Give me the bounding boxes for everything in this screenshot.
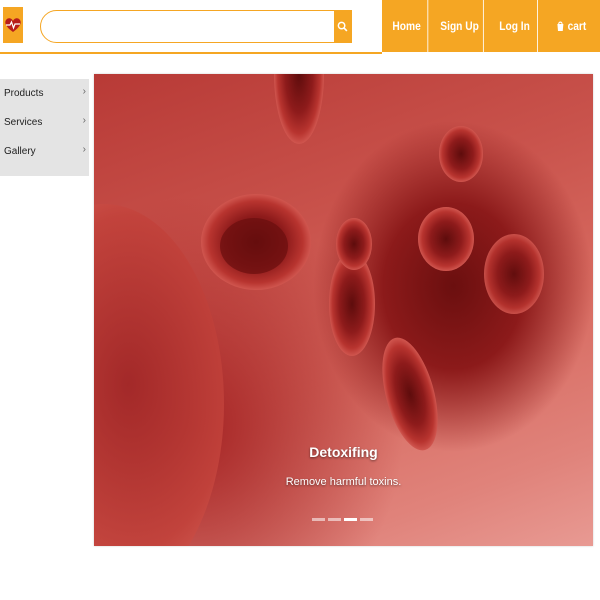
chevron-right-icon: › [82,115,86,126]
nav-log-in-label: Log In [499,19,530,33]
cart-icon [557,21,564,31]
nav-sign-up-label: Sign Up [440,19,479,33]
header: Home Sign Up Log In cart [0,0,600,52]
sidebar-item-label: Gallery [4,146,36,157]
sidebar-item-label: Products [4,88,44,99]
nav-cart[interactable]: cart [546,0,595,52]
carousel-indicator[interactable] [360,518,373,521]
search-button[interactable] [334,11,351,42]
search-input[interactable] [51,11,335,42]
hero-carousel[interactable]: Detoxifing Remove harmful toxins. [94,74,593,546]
top-nav: Home Sign Up Log In cart [382,0,600,52]
nav-home[interactable]: Home [386,0,429,52]
nav-sign-up[interactable]: Sign Up [436,0,484,52]
sidebar-item-gallery[interactable]: Gallery › [0,137,89,166]
carousel-indicator[interactable] [328,518,341,521]
sidebar-item-products[interactable]: Products › [0,79,89,108]
logo[interactable] [3,7,23,43]
carousel-caption-title: Detoxifing [309,444,378,460]
nav-cart-label: cart [567,19,587,33]
sidebar-item-services[interactable]: Services › [0,108,89,137]
carousel-indicators [312,518,373,521]
header-divider [0,52,382,54]
carousel-caption-subtitle: Remove harmful toxins. [285,476,402,488]
nav-log-in[interactable]: Log In [492,0,538,52]
sidebar: Products › Services › Gallery › [0,79,89,176]
carousel-indicator[interactable] [312,518,325,521]
chevron-right-icon: › [82,144,86,155]
search-icon [337,21,348,32]
heart-pulse-icon [5,18,21,32]
chevron-right-icon: › [82,86,86,97]
search-bar [40,10,352,43]
sidebar-item-label: Services [4,117,43,128]
carousel-indicator-active[interactable] [344,518,357,521]
nav-home-label: Home [392,19,421,33]
